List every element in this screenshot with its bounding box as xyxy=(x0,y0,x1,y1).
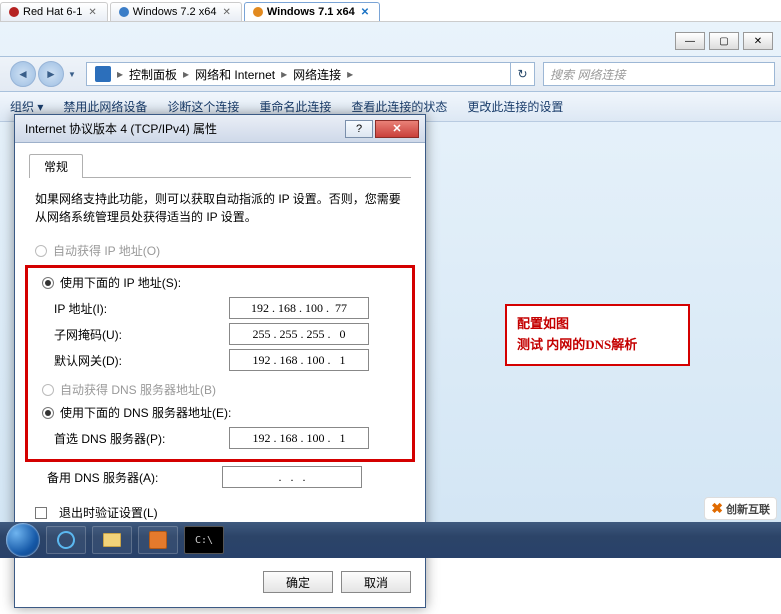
taskbar-wmp[interactable] xyxy=(138,526,178,554)
taskbar-ie[interactable] xyxy=(46,526,86,554)
breadcrumb-item[interactable]: 网络连接 xyxy=(293,66,341,83)
radio-icon xyxy=(42,277,54,289)
breadcrumb-item[interactable]: 网络和 Internet xyxy=(195,66,275,83)
annotation-box: 配置如图 测试 内网的DNS解析 xyxy=(505,304,690,366)
mask-input[interactable]: 255 . 255 . 255 . 0 xyxy=(229,323,369,345)
start-button[interactable] xyxy=(6,523,40,557)
opt-auto-ip[interactable]: 自动获得 IP 地址(O) xyxy=(35,242,405,259)
vm-tab-win72[interactable]: Windows 7.2 x64 ✕ xyxy=(110,2,242,21)
explorer-nav-bar: ◄ ► ▼ ▸ 控制面板 ▸ 网络和 Internet ▸ 网络连接 ▸ ↻ 搜… xyxy=(0,56,781,92)
chk-validate[interactable]: 退出时验证设置(L) xyxy=(35,504,405,521)
cmd-settings[interactable]: 更改此连接的设置 xyxy=(467,98,563,115)
network-icon xyxy=(95,66,111,82)
guest-desktop: — ▢ ✕ ◄ ► ▼ ▸ 控制面板 ▸ 网络和 Internet ▸ 网络连接… xyxy=(0,22,781,558)
dns2-label: 备用 DNS 服务器(A): xyxy=(47,469,222,486)
close-icon[interactable]: ✕ xyxy=(359,7,371,18)
cmd-disable[interactable]: 禁用此网络设备 xyxy=(63,98,147,115)
radio-icon xyxy=(42,384,54,396)
opt-use-ip[interactable]: 使用下面的 IP 地址(S): xyxy=(42,274,398,291)
vm-tab-strip: Red Hat 6-1 ✕ Windows 7.2 x64 ✕ Windows … xyxy=(0,0,781,22)
wmp-icon xyxy=(149,531,167,549)
minimize-button[interactable]: — xyxy=(675,32,705,50)
vm-tab-label: Windows 7.2 x64 xyxy=(133,6,217,18)
cmd-organize[interactable]: 组织 ▾ xyxy=(10,98,43,115)
cmd-status[interactable]: 查看此连接的状态 xyxy=(351,98,447,115)
breadcrumb[interactable]: ▸ 控制面板 ▸ 网络和 Internet ▸ 网络连接 ▸ xyxy=(86,62,511,86)
vm-tab-label: Windows 7.1 x64 xyxy=(267,6,355,18)
ok-button[interactable]: 确定 xyxy=(263,571,333,593)
annotation-line: 测试 内网的DNS解析 xyxy=(517,335,678,356)
row-gateway: 默认网关(D): 192 . 168 . 100 . 1 xyxy=(54,349,404,371)
vm-status-icon xyxy=(119,7,129,17)
row-ip: IP 地址(I): 192 . 168 . 100 . 77 xyxy=(54,297,404,319)
opt-auto-dns[interactable]: 自动获得 DNS 服务器地址(B) xyxy=(42,381,398,398)
close-icon[interactable]: ✕ xyxy=(86,7,98,18)
mask-label: 子网掩码(U): xyxy=(54,326,229,343)
row-mask: 子网掩码(U): 255 . 255 . 255 . 0 xyxy=(54,323,404,345)
cmd-diagnose[interactable]: 诊断这个连接 xyxy=(167,98,239,115)
logo-icon: ✖ xyxy=(711,500,723,517)
close-icon[interactable]: ✕ xyxy=(220,7,232,18)
watermark: ✖ 创新互联 xyxy=(704,497,777,520)
maximize-button[interactable]: ▢ xyxy=(709,32,739,50)
taskbar-cmd[interactable]: C:\ xyxy=(184,526,224,554)
radio-icon xyxy=(35,245,47,257)
close-button[interactable]: ✕ xyxy=(375,120,419,138)
dialog-title: Internet 协议版本 4 (TCP/IPv4) 属性 xyxy=(25,120,343,137)
window-controls: — ▢ ✕ xyxy=(675,32,773,50)
row-dns1: 首选 DNS 服务器(P): 192 . 168 . 100 . 1 xyxy=(54,427,404,449)
annotation-line: 配置如图 xyxy=(517,314,678,335)
forward-button[interactable]: ► xyxy=(38,61,64,87)
cmd-icon: C:\ xyxy=(195,535,213,546)
opt-use-dns[interactable]: 使用下面的 DNS 服务器地址(E): xyxy=(42,404,398,421)
history-dropdown[interactable]: ▼ xyxy=(66,65,78,83)
folder-icon xyxy=(103,533,121,547)
vm-tab-win71[interactable]: Windows 7.1 x64 ✕ xyxy=(244,2,380,21)
vm-status-icon xyxy=(9,7,19,17)
help-button[interactable]: ? xyxy=(345,120,373,138)
tab-row: 常规 xyxy=(29,153,411,178)
ie-icon xyxy=(54,528,77,551)
checkbox-icon xyxy=(35,507,47,519)
cancel-button[interactable]: 取消 xyxy=(341,571,411,593)
vm-status-icon xyxy=(253,7,263,17)
dns2-input[interactable]: . . . xyxy=(222,466,362,488)
tab-general[interactable]: 常规 xyxy=(29,154,83,178)
search-input[interactable]: 搜索 网络连接 xyxy=(543,62,775,86)
refresh-button[interactable]: ↻ xyxy=(511,62,535,86)
breadcrumb-item[interactable]: 控制面板 xyxy=(129,66,177,83)
ip-input[interactable]: 192 . 168 . 100 . 77 xyxy=(229,297,369,319)
row-dns2: 备用 DNS 服务器(A): . . . xyxy=(47,466,411,488)
taskbar-explorer[interactable] xyxy=(92,526,132,554)
cmd-rename[interactable]: 重命名此连接 xyxy=(259,98,331,115)
highlight-box: 使用下面的 IP 地址(S): IP 地址(I): 192 . 168 . 10… xyxy=(25,265,415,462)
vm-tab-label: Red Hat 6-1 xyxy=(23,6,82,18)
dns1-input[interactable]: 192 . 168 . 100 . 1 xyxy=(229,427,369,449)
gateway-input[interactable]: 192 . 168 . 100 . 1 xyxy=(229,349,369,371)
back-button[interactable]: ◄ xyxy=(10,61,36,87)
dialog-titlebar[interactable]: Internet 协议版本 4 (TCP/IPv4) 属性 ? ✕ xyxy=(15,115,425,143)
radio-icon xyxy=(42,407,54,419)
vm-tab-redhat[interactable]: Red Hat 6-1 ✕ xyxy=(0,2,108,21)
dialog-description: 如果网络支持此功能，则可以获取自动指派的 IP 设置。否则，您需要从网络系统管理… xyxy=(35,190,405,226)
close-button[interactable]: ✕ xyxy=(743,32,773,50)
gateway-label: 默认网关(D): xyxy=(54,352,229,369)
dns1-label: 首选 DNS 服务器(P): xyxy=(54,430,229,447)
taskbar: C:\ xyxy=(0,522,781,558)
ip-label: IP 地址(I): xyxy=(54,300,229,317)
